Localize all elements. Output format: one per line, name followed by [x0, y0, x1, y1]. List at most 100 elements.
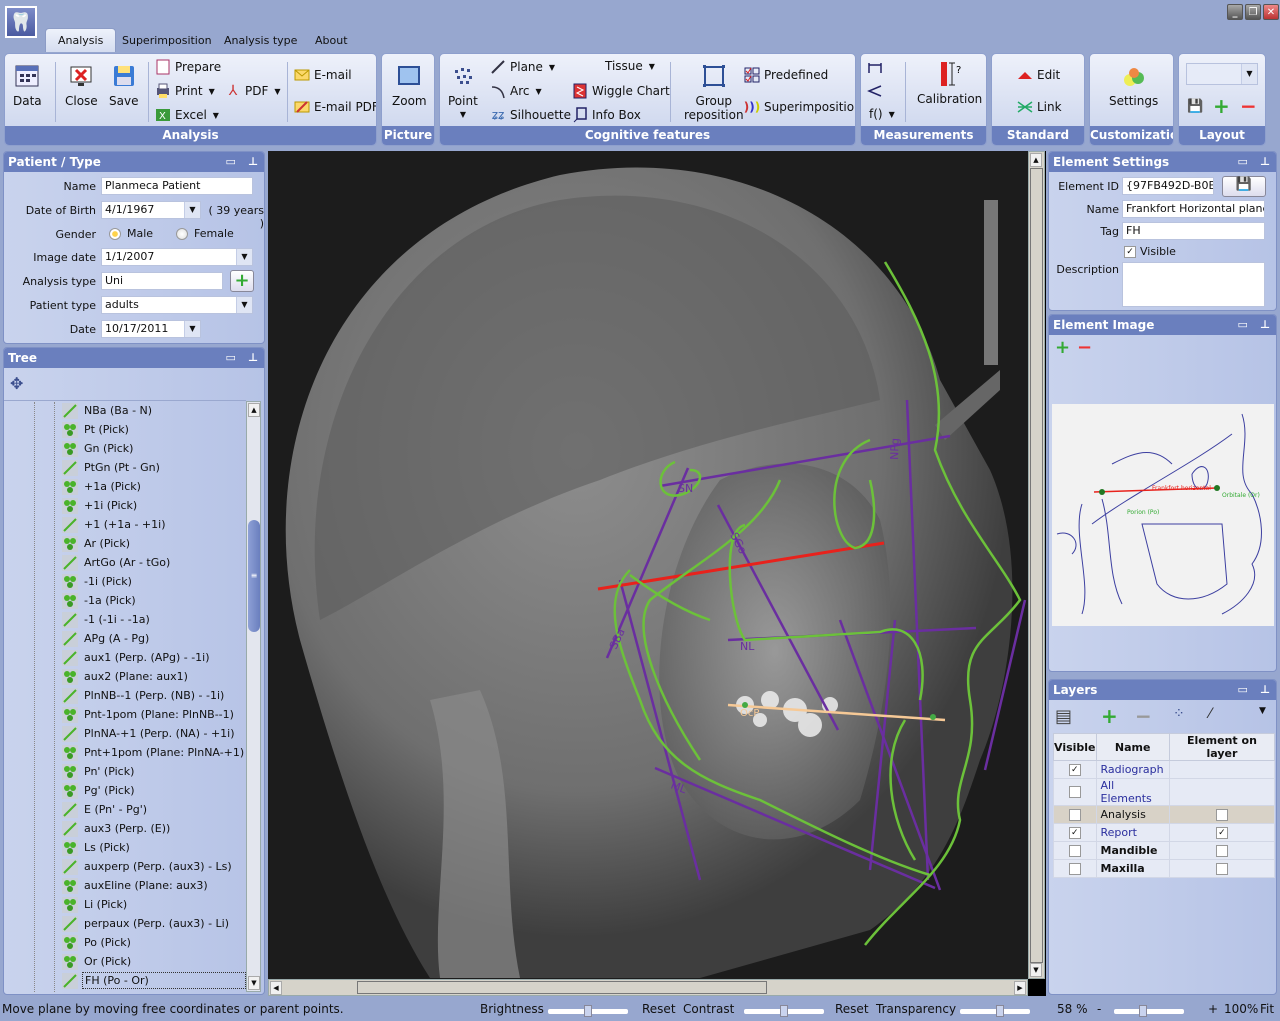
vertical-scrollbar[interactable]: ▲ ▼ [1028, 151, 1045, 979]
tree-item[interactable]: +1i (Pick) [62, 496, 139, 515]
silhouette-button[interactable]: ʑʑ Silhouette [490, 107, 571, 123]
xray-viewport[interactable]: SN NL ML SBa NPg SGo OcP ▲ ▼ ◀ ▶ [268, 151, 1046, 996]
maximize-icon[interactable]: ▭ [1238, 152, 1248, 172]
maximize-icon[interactable]: ▭ [226, 152, 236, 172]
tree-item[interactable]: FH (Po - Or) [62, 971, 246, 990]
data-button[interactable]: Data [13, 64, 42, 108]
pdf-button[interactable]: ⅄ PDF ▼ [225, 83, 281, 99]
tree-item[interactable]: Or (Pick) [62, 952, 133, 971]
predefined-button[interactable]: Predefined [744, 67, 828, 83]
zoom-in-button[interactable]: + [1208, 1002, 1218, 1016]
email-pdf-button[interactable]: E-mail PDF [294, 99, 376, 115]
checkbox-icon[interactable] [1215, 808, 1228, 821]
pin-icon[interactable]: ⊥ [248, 348, 258, 368]
point-button[interactable]: Point ▼ [448, 64, 478, 122]
zoom-out-button[interactable]: - [1097, 1002, 1101, 1016]
layout-select[interactable]: ▼ [1186, 63, 1258, 85]
maximize-icon[interactable]: ▭ [1238, 315, 1248, 335]
scroll-down-icon[interactable]: ▼ [1030, 963, 1042, 977]
description-field[interactable] [1122, 262, 1265, 307]
reset-contrast-button[interactable]: Reset [835, 1002, 869, 1016]
maximize-icon[interactable]: ▭ [226, 348, 236, 368]
tree-item[interactable]: PlnNA-+1 (Perp. (NA) - +1i) [62, 724, 237, 743]
scroll-down-icon[interactable]: ▼ [248, 976, 260, 990]
close-window-button[interactable]: ✕ [1263, 4, 1279, 20]
checkbox-icon[interactable] [1068, 786, 1081, 798]
zoom-slider[interactable] [1114, 1005, 1184, 1017]
dob-field[interactable]: 4/1/1967 ▼ [101, 201, 201, 219]
slider-thumb[interactable] [780, 1005, 788, 1017]
scroll-thumb[interactable] [357, 981, 767, 994]
analysis-type-field[interactable]: Uni [101, 272, 223, 290]
female-radio[interactable]: Female [176, 227, 234, 240]
tree-item[interactable]: -1i (Pick) [62, 572, 134, 591]
element-name-field[interactable]: Frankfort Horizontal plane [1122, 200, 1265, 218]
excel-button[interactable]: X Excel ▼ [155, 107, 219, 123]
add-layout-icon[interactable]: + [1213, 94, 1230, 118]
patient-type-select[interactable]: adults ▼ [101, 296, 253, 314]
link-button[interactable]: Link [1017, 99, 1062, 115]
tab-analysis[interactable]: Analysis [45, 28, 117, 52]
settings-button[interactable]: Settings [1109, 64, 1158, 108]
scroll-up-icon[interactable]: ▲ [248, 403, 260, 417]
save-layout-icon[interactable]: 💾 [1187, 99, 1203, 114]
tree-item[interactable]: Pt (Pick) [62, 420, 131, 439]
pin-icon[interactable]: ⊥ [1260, 315, 1270, 335]
pin-icon[interactable]: ⊥ [248, 152, 258, 172]
tree-item[interactable]: perpaux (Perp. (aux3) - Li) [62, 914, 231, 933]
tree-item[interactable]: aux2 (Plane: aux1) [62, 667, 190, 686]
checkbox-icon[interactable] [1215, 844, 1228, 857]
tree-item[interactable]: Ls (Pick) [62, 838, 132, 857]
tree-item[interactable]: Pnt+1pom (Plane: PlnNA-+1) [62, 743, 246, 762]
layer-row[interactable]: All Elements [1053, 778, 1276, 806]
function-button[interactable]: f() ▼ [869, 107, 895, 121]
tooth-icon[interactable]: 🦷 [5, 6, 37, 38]
tree-item[interactable]: Pnt-1pom (Plane: PlnNB--1) [62, 705, 236, 724]
patient-name-field[interactable]: Planmeca Patient [101, 177, 253, 195]
tree-item[interactable]: auxperp (Perp. (aux3) - Ls) [62, 857, 234, 876]
plane-button[interactable]: Plane ▼ [490, 59, 555, 75]
column-visible[interactable]: Visible [1053, 733, 1097, 761]
checkbox-icon[interactable] [1068, 808, 1081, 821]
layer-row[interactable]: Mandible [1053, 841, 1276, 860]
checkbox-icon[interactable] [1068, 862, 1081, 875]
tree-item[interactable]: Ar (Pick) [62, 534, 132, 553]
add-image-icon[interactable]: + [1055, 337, 1070, 358]
tree-item[interactable]: aux3 (Perp. (E)) [62, 819, 172, 838]
contrast-slider[interactable] [744, 1005, 824, 1017]
slider-thumb[interactable] [1138, 1005, 1147, 1017]
checkbox-icon[interactable] [1215, 862, 1228, 875]
close-button[interactable]: Close [65, 64, 98, 108]
xray-image[interactable]: SN NL ML SBa NPg SGo OcP [268, 151, 1028, 979]
element-id-field[interactable]: {97FB492D-B0EE-4 [1122, 177, 1214, 195]
scroll-right-icon[interactable]: ▶ [1014, 981, 1026, 995]
layer-row[interactable]: ✓ Report ✓ [1053, 823, 1276, 842]
wiggle-chart-button[interactable]: Wiggle Chart [572, 83, 670, 99]
horizontal-scrollbar[interactable]: ◀ ▶ [268, 979, 1028, 996]
tree-item[interactable]: Pn' (Pick) [62, 762, 136, 781]
tree-item[interactable]: -1 (-1i - -1a) [62, 610, 152, 629]
element-tag-field[interactable]: FH [1122, 222, 1265, 240]
arc-button[interactable]: Arc ▼ [490, 83, 542, 99]
tree-item[interactable]: Gn (Pick) [62, 439, 135, 458]
edit-standard-button[interactable]: Edit [1017, 67, 1060, 83]
prepare-button[interactable]: Prepare [155, 59, 221, 75]
tree-item[interactable]: NBa (Ba - N) [62, 401, 154, 420]
tree-visibility-icon[interactable]: ✥ [10, 374, 23, 393]
layer-row[interactable]: ✓ Radiograph [1053, 760, 1276, 779]
tree-item[interactable]: PlnNB--1 (Perp. (NB) - -1i) [62, 686, 226, 705]
save-button[interactable]: Save [109, 64, 138, 108]
column-name[interactable]: Name [1095, 733, 1170, 761]
restore-button[interactable]: ❐ [1245, 4, 1261, 20]
distance-button[interactable] [867, 60, 887, 76]
angle-button[interactable] [867, 83, 887, 99]
calibration-button[interactable]: ? Calibration [917, 62, 982, 106]
scroll-thumb[interactable] [1030, 168, 1043, 963]
checkbox-checked-icon[interactable]: ✓ [1068, 826, 1081, 839]
tree-item[interactable]: -1a (Pick) [62, 591, 138, 610]
transparency-slider[interactable] [960, 1005, 1030, 1017]
group-reposition-button[interactable]: Group reposition [684, 64, 744, 122]
remove-layer-icon[interactable]: − [1135, 704, 1152, 728]
visible-checkbox[interactable]: ✓ Visible [1124, 245, 1176, 258]
tree-item[interactable]: Po (Pick) [62, 933, 133, 952]
